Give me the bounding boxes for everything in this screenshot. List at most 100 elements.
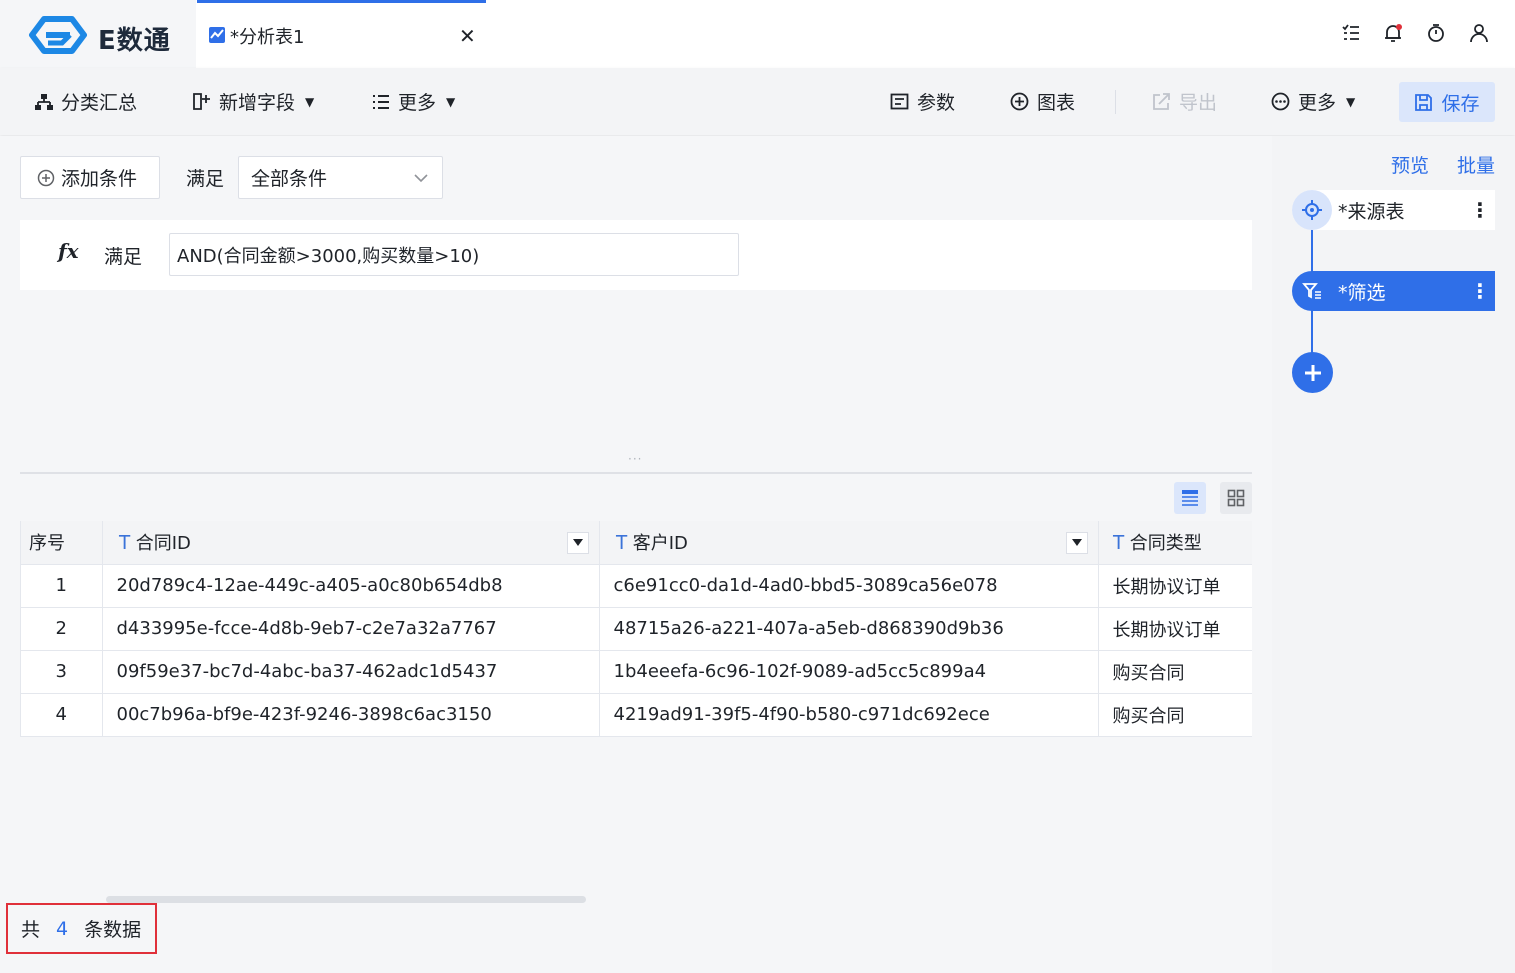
add-condition-button[interactable]: 添加条件 <box>20 156 160 199</box>
column-dropdown-button[interactable] <box>566 532 589 554</box>
save-label: 保存 <box>1441 92 1480 115</box>
satisfy-label: 满足 <box>186 168 225 190</box>
more-right-button[interactable]: 更多 ▼ <box>1271 68 1355 135</box>
tab-analysis[interactable]: *分析表1 ✕ <box>197 0 486 68</box>
export-button[interactable]: 导出 <box>1152 68 1217 135</box>
list-icon <box>373 94 389 109</box>
cell-customer-id[interactable]: c6e91cc0-da1d-4ad0-bbd5-3089ca56e078 <box>599 564 1099 608</box>
logo-mark-icon <box>29 16 87 54</box>
more-right-label: 更多 <box>1298 92 1337 114</box>
add-field-label: 新增字段 <box>219 92 296 114</box>
export-label: 导出 <box>1179 92 1218 114</box>
caret-down-icon <box>572 539 583 546</box>
more-vertical-icon[interactable]: ⋮ <box>1465 198 1495 222</box>
more-left-button[interactable]: 更多 ▼ <box>372 68 455 135</box>
cell-contract-id[interactable]: 09f59e37-bc7d-4abc-ba37-462adc1d5437 <box>102 650 600 694</box>
plus-circle-icon <box>37 169 55 186</box>
splitter-handle-icon[interactable]: ··· <box>628 452 642 466</box>
group-summary-button[interactable]: 分类汇总 <box>35 68 137 135</box>
cell-index: 1 <box>21 564 103 608</box>
caret-down-icon <box>1071 539 1082 546</box>
timer-icon[interactable] <box>1426 23 1446 43</box>
flow-node-label: *来源表 <box>1338 200 1405 223</box>
grid-view-button[interactable] <box>1220 482 1252 514</box>
export-icon <box>1153 93 1170 110</box>
save-button[interactable]: 保存 <box>1399 82 1495 122</box>
row-count-value: 4 <box>56 917 69 940</box>
add-field-button[interactable]: 新增字段 ▼ <box>192 68 314 135</box>
text-type-icon: T <box>1112 532 1125 555</box>
row-count-footer: 共 4 条数据 <box>6 903 157 954</box>
cell-contract-id[interactable]: 00c7b96a-bf9e-423f-9246-3898c6ac3150 <box>102 693 600 736</box>
flow-node-source[interactable]: *来源表 ⋮ <box>1292 190 1495 230</box>
table-header-row: 序号 T 合同ID T 客户ID T 合同类型 <box>21 521 1252 565</box>
condition-mode-select[interactable]: 全部条件 <box>238 156 443 199</box>
preview-link[interactable]: 预览 <box>1391 151 1429 178</box>
list-view-button[interactable] <box>1174 482 1206 514</box>
filter-icon <box>1302 283 1321 299</box>
cell-customer-id[interactable]: 48715a26-a221-407a-a5eb-d868390d9b36 <box>599 607 1099 651</box>
task-list-icon[interactable] <box>1341 23 1361 43</box>
fx-icon[interactable]: fx <box>58 239 79 263</box>
cell-contract-type[interactable]: 购买合同 <box>1098 693 1252 736</box>
user-icon[interactable] <box>1469 23 1489 43</box>
chevron-down-icon <box>414 174 428 183</box>
formula-input[interactable]: AND(合同金额>3000,购买数量>10) <box>169 233 739 276</box>
formula-satisfy-label: 满足 <box>104 246 143 268</box>
plus-circle-icon <box>1010 92 1029 111</box>
bell-icon[interactable] <box>1383 23 1403 43</box>
column-header-customer-id[interactable]: T 客户ID <box>599 521 1099 565</box>
table-row[interactable]: 1 20d789c4-12ae-449c-a405-a0c80b654db8 c… <box>21 564 1252 608</box>
column-header-label: 合同ID <box>135 533 191 555</box>
save-icon <box>1415 93 1433 111</box>
table-row[interactable]: 3 09f59e37-bc7d-4abc-ba37-462adc1d5437 1… <box>21 650 1252 694</box>
text-type-icon: T <box>615 532 628 555</box>
logo: E数通 <box>0 0 196 68</box>
flow-node-filter[interactable]: *筛选 ⋮ <box>1292 271 1495 311</box>
flow-panel <box>1272 136 1515 973</box>
more-vertical-icon[interactable]: ⋮ <box>1465 279 1495 303</box>
cell-customer-id[interactable]: 4219ad91-39f5-4f90-b580-c971dc692ece <box>599 693 1099 736</box>
column-header-label: 合同类型 <box>1129 533 1202 555</box>
hierarchy-icon <box>35 93 53 110</box>
chart-button[interactable]: 图表 <box>1010 68 1075 135</box>
table-row[interactable]: 2 d433995e-fcce-4d8b-9eb7-c2e7a32a7767 4… <box>21 607 1252 651</box>
logo-text: E数通 <box>98 26 171 56</box>
cell-contract-id[interactable]: d433995e-fcce-4d8b-9eb7-c2e7a32a7767 <box>102 607 600 651</box>
row-count-prefix: 共 <box>21 919 41 941</box>
horizontal-scrollbar[interactable] <box>106 896 586 903</box>
cell-contract-type[interactable]: 长期协议订单 <box>1098 564 1252 608</box>
column-header-contract-type[interactable]: T 合同类型 <box>1098 521 1252 565</box>
caret-down-icon: ▼ <box>446 94 456 109</box>
cell-index: 4 <box>21 693 103 736</box>
ellipsis-circle-icon <box>1271 92 1290 111</box>
params-label: 参数 <box>917 92 956 114</box>
pane-splitter[interactable] <box>20 472 1252 474</box>
more-left-label: 更多 <box>398 92 437 114</box>
table-row[interactable]: 4 00c7b96a-bf9e-423f-9246-3898c6ac3150 4… <box>21 693 1252 736</box>
cell-contract-id[interactable]: 20d789c4-12ae-449c-a405-a0c80b654db8 <box>102 564 600 608</box>
column-header-contract-id[interactable]: T 合同ID <box>102 521 600 565</box>
text-type-icon: T <box>118 532 131 555</box>
crosshair-icon <box>1302 200 1322 220</box>
add-node-button[interactable] <box>1292 352 1333 393</box>
toolbar: 分类汇总 新增字段 ▼ 更多 ▼ 参数 图表 导出 更多 ▼ 保存 <box>0 68 1515 135</box>
grid-icon <box>1227 489 1245 507</box>
add-condition-label: 添加条件 <box>61 168 138 190</box>
column-dropdown-button[interactable] <box>1065 532 1088 554</box>
filter-node-icon-wrap <box>1292 271 1332 311</box>
cell-contract-type[interactable]: 长期协议订单 <box>1098 607 1252 651</box>
data-table: 序号 T 合同ID T 客户ID T 合同类型 1 20d789c4-12ae-449… <box>20 521 1252 737</box>
divider <box>1115 90 1116 114</box>
cell-index: 3 <box>21 650 103 694</box>
caret-down-icon: ▼ <box>1346 94 1356 109</box>
cell-customer-id[interactable]: 1b4eeefa-6c96-102f-9089-ad5cc5c899a4 <box>599 650 1099 694</box>
row-count-suffix: 条数据 <box>84 919 142 941</box>
params-button[interactable]: 参数 <box>890 68 955 135</box>
flow-node-label: *筛选 <box>1338 281 1386 304</box>
group-summary-label: 分类汇总 <box>61 92 138 114</box>
cell-contract-type[interactable]: 购买合同 <box>1098 650 1252 694</box>
close-icon[interactable]: ✕ <box>459 24 476 48</box>
plus-icon <box>1304 364 1321 381</box>
batch-link[interactable]: 批量 <box>1457 151 1495 178</box>
